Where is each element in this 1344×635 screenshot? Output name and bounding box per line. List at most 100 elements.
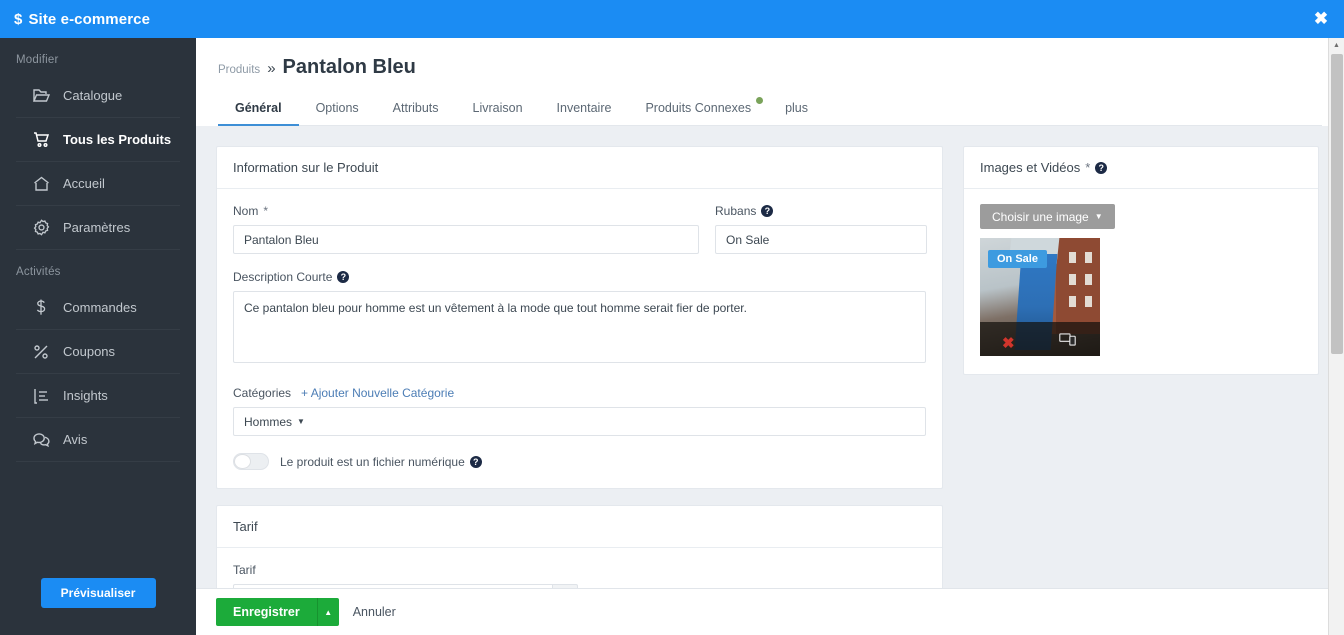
choose-image-button[interactable]: Choisir une image ▼ bbox=[980, 204, 1115, 229]
tab-inventaire[interactable]: Inventaire bbox=[540, 95, 629, 125]
name-label-wrap: Nom * bbox=[233, 204, 699, 218]
left-column: Information sur le Produit Nom * Pantalo… bbox=[216, 146, 943, 635]
window-shape bbox=[1085, 252, 1092, 263]
cancel-link[interactable]: Annuler bbox=[353, 605, 396, 619]
price-label: Tarif bbox=[233, 563, 256, 577]
sidebar-item-parametres[interactable]: Paramètres bbox=[16, 206, 180, 250]
ribbons-label-wrap: Rubans ? bbox=[715, 204, 927, 218]
app-brand: $ Site e-commerce bbox=[0, 11, 150, 28]
page-title: Pantalon Bleu bbox=[282, 56, 416, 78]
percent-icon bbox=[32, 343, 50, 361]
sidebar-item-insights[interactable]: Insights bbox=[16, 374, 180, 418]
chevron-down-icon: ▼ bbox=[297, 417, 305, 426]
categories-header: Catégories + Ajouter Nouvelle Catégorie bbox=[233, 386, 926, 400]
tab-label: plus bbox=[785, 101, 809, 115]
vertical-scrollbar[interactable]: ▲ bbox=[1328, 38, 1344, 635]
media-required-marker: * bbox=[1085, 160, 1091, 175]
digital-product-label: Le produit est un fichier numérique bbox=[280, 454, 465, 469]
window-shape bbox=[1069, 274, 1076, 285]
tab-bar: Général Options Attributs Livraison Inve… bbox=[218, 95, 1322, 126]
sidebar-item-catalogue[interactable]: Catalogue bbox=[16, 74, 180, 118]
tab-label: Livraison bbox=[472, 101, 523, 115]
sidebar-item-accueil[interactable]: Accueil bbox=[16, 162, 180, 206]
sidebar-item-commandes[interactable]: Commandes bbox=[16, 286, 180, 330]
app-title: Site e-commerce bbox=[28, 10, 151, 28]
name-input[interactable] bbox=[233, 225, 699, 254]
short-description-textarea[interactable] bbox=[233, 291, 926, 363]
product-image-thumbnail[interactable]: On Sale ✖ bbox=[980, 238, 1100, 356]
sidebar-item-label: Paramètres bbox=[63, 220, 131, 235]
name-field-group: Nom * bbox=[233, 204, 699, 254]
devices-icon[interactable] bbox=[1059, 333, 1076, 351]
tab-label: Produits Connexes bbox=[645, 101, 752, 115]
sidebar-section-label-activites: Activités bbox=[16, 266, 61, 278]
close-icon[interactable]: ✖ bbox=[1311, 10, 1331, 30]
cart-icon bbox=[32, 131, 50, 149]
media-card-header: Images et Vidéos * ? bbox=[964, 147, 1318, 189]
breadcrumb-link-produits[interactable]: Produits bbox=[218, 64, 260, 76]
ribbons-label: Rubans bbox=[715, 204, 757, 218]
tab-label: Inventaire bbox=[556, 101, 612, 115]
short-description-label-wrap: Description Courte ? bbox=[233, 270, 926, 284]
sidebar-section-label-modifier: Modifier bbox=[16, 54, 59, 66]
digital-product-toggle[interactable] bbox=[233, 453, 269, 470]
delete-x-icon[interactable]: ✖ bbox=[1002, 336, 1015, 351]
add-new-category-link[interactable]: + Ajouter Nouvelle Catégorie bbox=[301, 386, 454, 400]
main-header: Produits » Pantalon Bleu Général Options… bbox=[196, 38, 1344, 126]
preview-button[interactable]: Prévisualiser bbox=[40, 578, 156, 608]
dollar-icon: $ bbox=[14, 10, 23, 28]
scroll-up-arrow-icon[interactable]: ▲ bbox=[1329, 38, 1344, 53]
sidebar-item-avis[interactable]: Avis bbox=[16, 418, 180, 462]
help-icon[interactable]: ? bbox=[1095, 161, 1108, 174]
tab-options[interactable]: Options bbox=[299, 95, 376, 125]
help-icon[interactable]: ? bbox=[337, 271, 350, 283]
price-label-wrap: Tarif bbox=[233, 563, 926, 577]
tab-produits-connexes[interactable]: Produits Connexes bbox=[628, 95, 768, 125]
short-description-group: Description Courte ? bbox=[233, 270, 926, 368]
sidebar-item-label: Avis bbox=[63, 432, 88, 447]
preview-button-wrap: Prévisualiser bbox=[0, 578, 196, 608]
right-column: Images et Vidéos * ? Choisir une image ▼ bbox=[963, 146, 1319, 635]
thumbnail-foreground bbox=[980, 322, 1100, 356]
save-button-group: Enregistrer ▲ bbox=[216, 598, 339, 626]
tab-plus[interactable]: plus bbox=[768, 95, 825, 125]
product-info-card-body: Nom * Rubans ? bbox=[217, 189, 942, 488]
on-sale-badge: On Sale bbox=[988, 250, 1047, 268]
sidebar-item-label: Coupons bbox=[63, 344, 116, 359]
categories-label: Catégories bbox=[233, 386, 292, 400]
tab-general[interactable]: Général bbox=[218, 95, 299, 126]
sidebar-item-coupons[interactable]: Coupons bbox=[16, 330, 180, 374]
tab-livraison[interactable]: Livraison bbox=[456, 95, 540, 125]
caret-up-icon[interactable]: ▲ bbox=[316, 598, 339, 626]
category-select[interactable]: Hommes ▼ bbox=[233, 407, 926, 436]
save-button[interactable]: Enregistrer bbox=[216, 598, 317, 626]
window-shape bbox=[1069, 296, 1076, 307]
choose-image-label: Choisir une image bbox=[992, 209, 1089, 224]
tab-label: Options bbox=[315, 101, 359, 115]
help-icon[interactable]: ? bbox=[469, 455, 482, 468]
tab-label: Général bbox=[235, 101, 282, 115]
sidebar-item-tous-les-produits[interactable]: Tous les Produits bbox=[16, 118, 180, 162]
category-selected-value: Hommes bbox=[244, 414, 293, 429]
name-ribbons-row: Nom * Rubans ? bbox=[233, 204, 927, 254]
home-icon bbox=[32, 175, 50, 193]
media-card: Images et Vidéos * ? Choisir une image ▼ bbox=[963, 146, 1319, 375]
breadcrumb: Produits » Pantalon Bleu bbox=[218, 56, 1322, 79]
media-card-title: Images et Vidéos bbox=[980, 160, 1081, 175]
dollar-icon bbox=[32, 299, 50, 317]
main-content: Produits » Pantalon Bleu Général Options… bbox=[196, 38, 1344, 635]
breadcrumb-separator: » bbox=[267, 60, 276, 77]
product-info-card-title: Information sur le Produit bbox=[217, 147, 942, 189]
digital-product-toggle-row: Le produit est un fichier numérique ? bbox=[233, 453, 926, 470]
window-shape bbox=[1085, 274, 1092, 285]
sidebar-item-label: Catalogue bbox=[63, 88, 123, 103]
tab-attributs[interactable]: Attributs bbox=[376, 95, 456, 125]
product-info-card: Information sur le Produit Nom * Pantalo… bbox=[216, 146, 943, 489]
ribbons-input[interactable] bbox=[715, 225, 927, 254]
help-icon[interactable]: ? bbox=[761, 205, 774, 217]
notification-dot-icon bbox=[756, 97, 764, 104]
footer-action-bar: Enregistrer ▲ Annuler bbox=[196, 588, 1344, 635]
scrollbar-thumb[interactable] bbox=[1331, 54, 1343, 354]
toggle-knob bbox=[234, 454, 251, 469]
tab-label: Attributs bbox=[392, 101, 439, 115]
